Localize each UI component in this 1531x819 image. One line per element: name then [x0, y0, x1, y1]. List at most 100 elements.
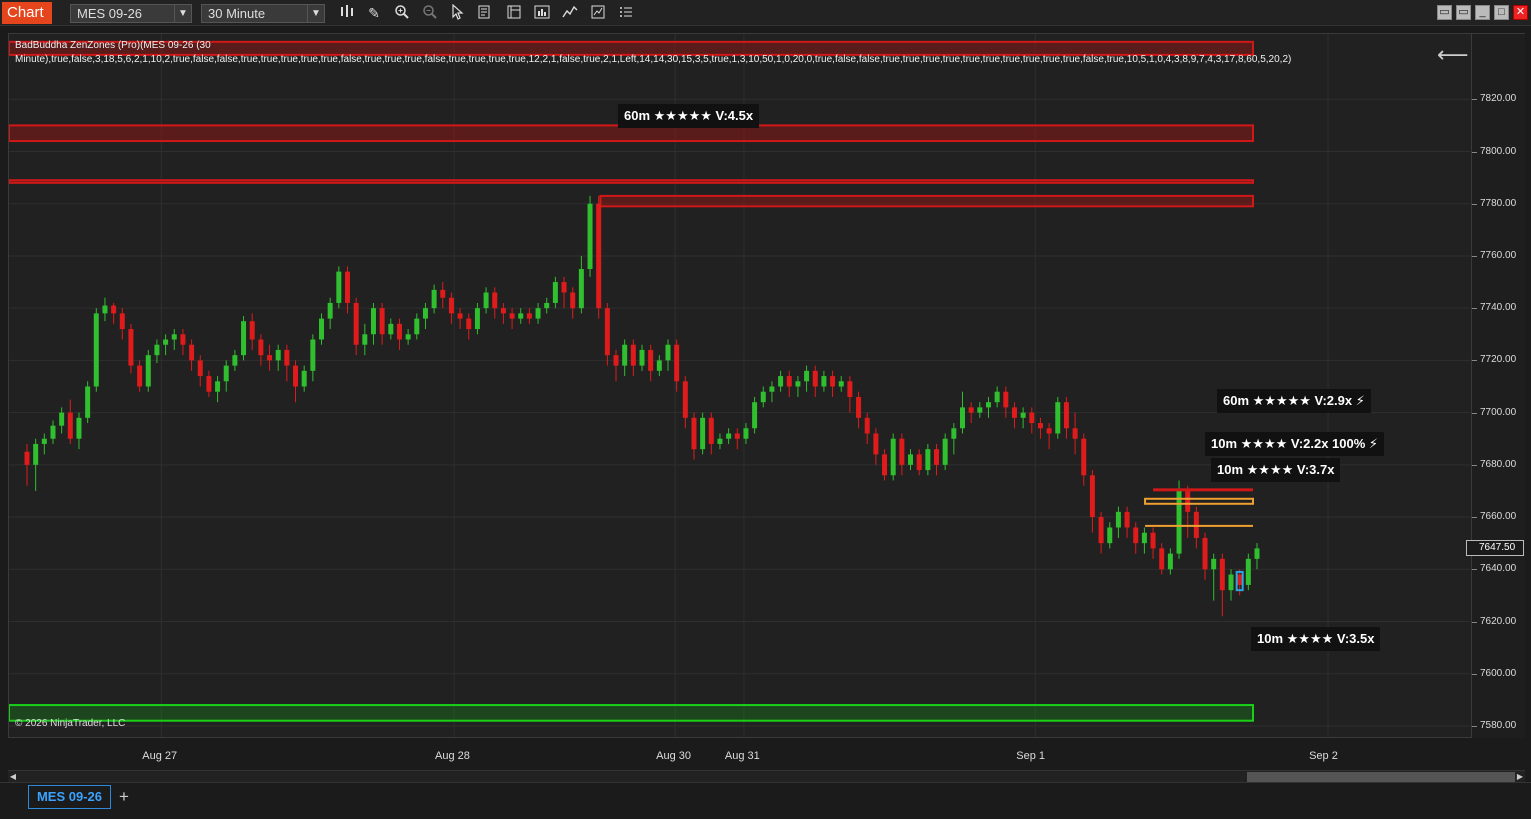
time-axis[interactable]: Aug 27 Aug 28 Aug 30 Aug 31 Sep 1 Sep 2 — [8, 738, 1525, 768]
candle-body — [1228, 574, 1234, 591]
candle-body — [890, 438, 896, 476]
back-arrow-icon[interactable]: ⟵ — [1437, 42, 1469, 68]
candle-body — [717, 438, 723, 444]
candle-body — [310, 339, 316, 371]
candle-body — [414, 318, 420, 335]
candle-body — [951, 428, 957, 439]
strategies-icon[interactable] — [532, 4, 552, 22]
zone-label: 10m ★★★★ V:3.7x — [1211, 458, 1341, 482]
candle-body — [1003, 391, 1009, 408]
candle-body — [1089, 475, 1095, 518]
candle-body — [249, 321, 255, 340]
candle-body — [396, 323, 402, 340]
candle-body — [847, 381, 853, 397]
candle-body — [163, 339, 169, 345]
candle-body — [370, 308, 376, 335]
candle-body — [544, 302, 550, 309]
candle-body — [526, 313, 532, 319]
candle-body — [708, 417, 714, 444]
price-tick-mark — [1472, 203, 1477, 205]
candle-body — [1133, 527, 1139, 544]
price-tick-label: 7680.00 — [1480, 458, 1517, 470]
properties-icon[interactable] — [504, 4, 524, 22]
templates-icon[interactable] — [588, 4, 608, 22]
candle-body — [171, 334, 177, 340]
candle-body — [648, 349, 654, 371]
scroll-right-icon[interactable]: ▶ — [1515, 772, 1525, 782]
indicators-icon[interactable] — [560, 4, 580, 22]
candle-body — [994, 391, 1000, 403]
candle-body — [1124, 511, 1130, 528]
price-tick-label: 7640.00 — [1480, 563, 1517, 575]
candle-body — [258, 339, 264, 356]
candle-body — [778, 376, 784, 387]
chart-window: Chart MES 09-26 ▼ 30 Minute ▼ ✎ ▭ ▭ _ □ … — [0, 0, 1531, 819]
candle-body — [466, 318, 472, 330]
price-tick-mark — [1472, 412, 1477, 414]
time-tick-label: Aug 30 — [656, 750, 691, 762]
candle-body — [137, 365, 143, 387]
chevron-down-icon[interactable]: ▼ — [174, 5, 191, 22]
candle-body — [795, 381, 801, 387]
candle-body — [570, 292, 576, 309]
chart-tab-label[interactable]: Chart — [2, 2, 52, 24]
instrument-selector[interactable]: MES 09-26 ▼ — [70, 4, 192, 23]
chevron-down-icon[interactable]: ▼ — [307, 5, 324, 22]
chart-panel[interactable]: BadBuddha ZenZones (Pro)(MES 09-26 (30 M… — [8, 33, 1472, 738]
drawing-pencil-icon[interactable]: ✎ — [364, 4, 384, 22]
candle-body — [24, 451, 30, 465]
price-tick-mark — [1472, 517, 1477, 519]
price-tick-mark — [1472, 621, 1477, 623]
candle-body — [405, 334, 411, 340]
candle-body — [985, 402, 991, 408]
candle-body — [41, 438, 47, 444]
close-icon[interactable]: ✕ — [1513, 5, 1528, 20]
candle-body — [925, 449, 931, 471]
candle-body — [743, 428, 749, 439]
maximize-icon[interactable]: □ — [1494, 5, 1509, 20]
candle-body — [1150, 532, 1156, 549]
minimize-icon[interactable]: _ — [1475, 5, 1490, 20]
price-tick-mark — [1472, 725, 1477, 727]
candle-body — [327, 302, 333, 319]
candle-body — [968, 407, 974, 413]
demand-zone — [9, 704, 1254, 722]
candle-body — [483, 292, 489, 309]
price-tick-mark — [1472, 569, 1477, 571]
data-box-icon[interactable] — [475, 4, 495, 22]
candle-body — [552, 282, 558, 303]
time-tick-label: Aug 31 — [724, 750, 760, 762]
minimize-all-icon[interactable]: ▭ — [1437, 5, 1452, 20]
candle-body — [1046, 428, 1052, 434]
candle-body — [959, 407, 965, 429]
candle-body — [587, 203, 593, 269]
tab-mes-09-26[interactable]: MES 09-26 — [28, 785, 111, 809]
candle-body — [899, 438, 905, 465]
scroll-thumb[interactable] — [1247, 772, 1515, 782]
price-tick-label: 7800.00 — [1480, 145, 1517, 157]
add-tab-button[interactable]: + — [114, 787, 134, 807]
scroll-left-icon[interactable]: ◀ — [8, 772, 18, 782]
restore-all-icon[interactable]: ▭ — [1456, 5, 1471, 20]
candle-body — [500, 308, 506, 314]
interval-selector[interactable]: 30 Minute ▼ — [201, 4, 325, 23]
candle-body — [769, 386, 775, 392]
candle-body — [1020, 412, 1026, 418]
candle-body — [1029, 412, 1035, 424]
cursor-icon[interactable] — [447, 3, 467, 22]
zoom-in-icon[interactable] — [392, 4, 412, 22]
candle-body — [804, 370, 810, 382]
menu-list-icon[interactable] — [616, 4, 636, 22]
price-axis[interactable]: 7820.00 7800.00 7780.00 7760.00 7740.00 7720.… — [1466, 33, 1525, 738]
price-tick-mark — [1472, 151, 1477, 153]
zoom-out-icon[interactable] — [420, 4, 440, 22]
candle-body — [180, 334, 186, 345]
price-tick-label: 7740.00 — [1480, 302, 1517, 314]
candle-body — [1055, 402, 1061, 434]
bar-type-icon[interactable] — [337, 4, 357, 22]
candle-body — [509, 313, 515, 319]
supply-zone-small — [1153, 488, 1253, 492]
candle-body — [1063, 402, 1069, 429]
horizontal-scrollbar[interactable]: ◀ ▶ — [8, 770, 1525, 782]
candle-body — [440, 289, 446, 298]
